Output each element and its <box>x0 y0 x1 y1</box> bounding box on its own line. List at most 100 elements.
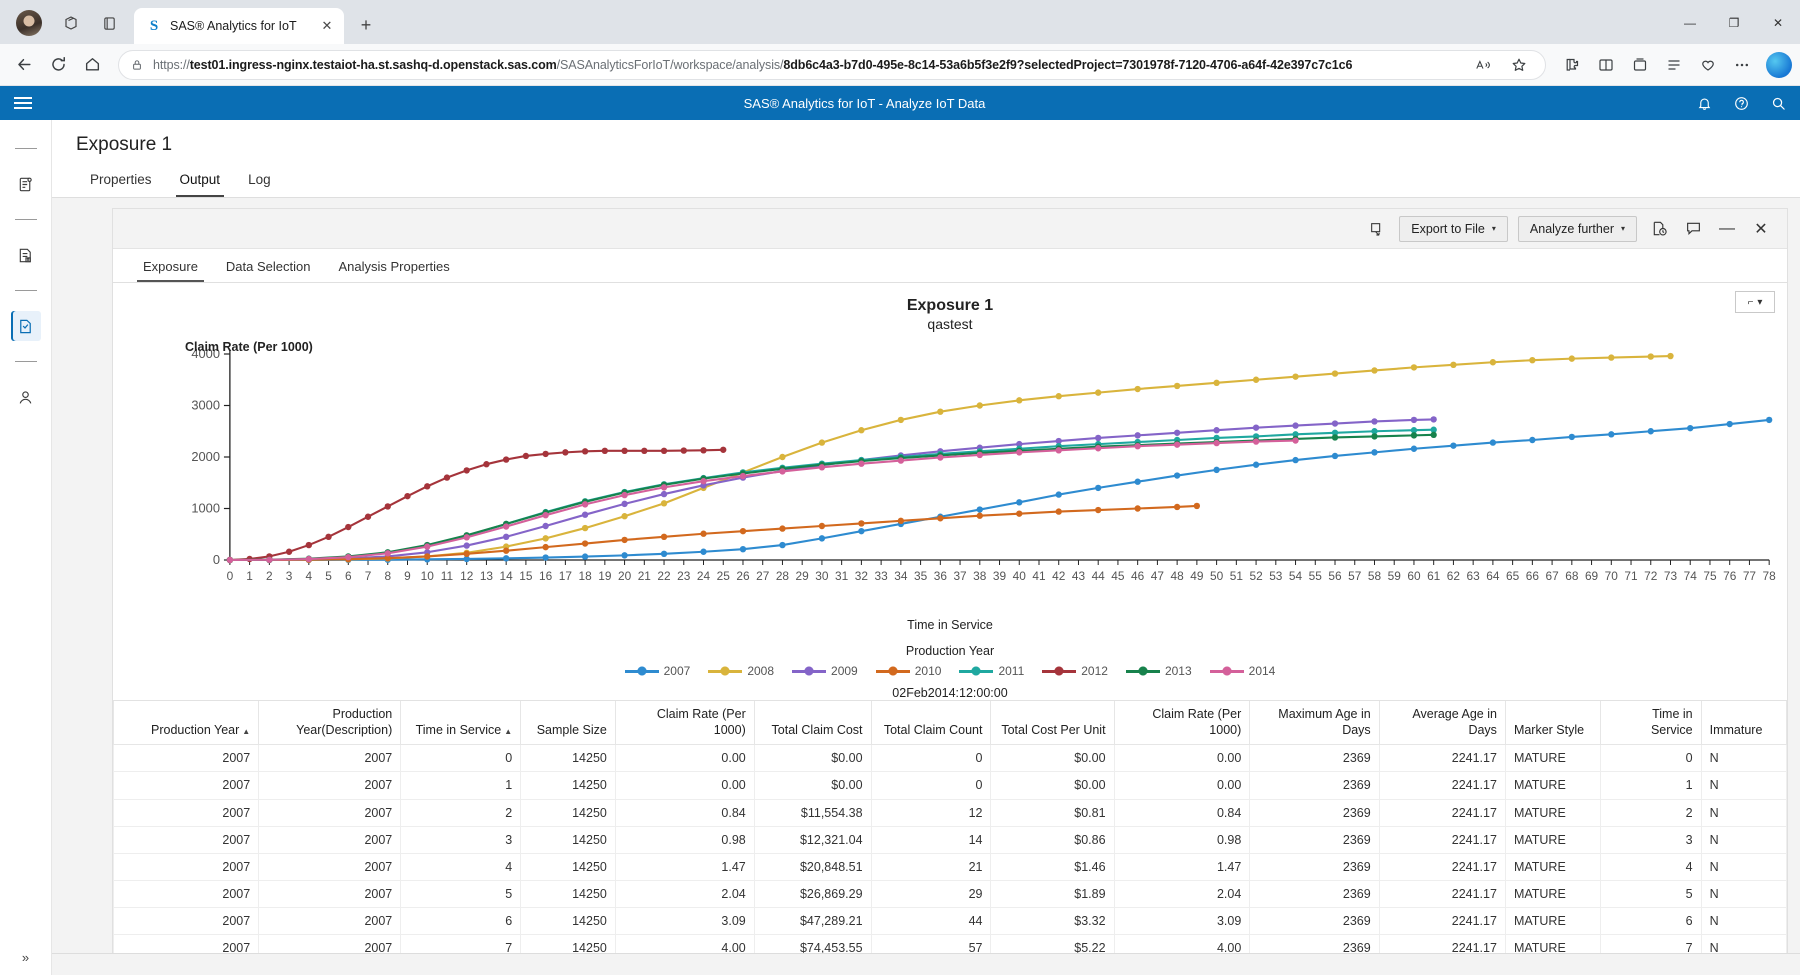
svg-text:42: 42 <box>1052 569 1066 583</box>
legend-item-2012[interactable]: 2012 <box>1042 664 1108 678</box>
table-row[interactable]: 2007 2007 0 14250 0.00 $0.00 0 $0.00 0.00 2369 224… <box>113 744 1787 773</box>
rail-expand-button[interactable]: » <box>22 950 29 965</box>
table-row[interactable]: 2007 2007 2 14250 0.84 $11,554.38 12 $0.81 0.84 2… <box>113 799 1787 827</box>
tab-actions-icon[interactable] <box>94 8 124 38</box>
search-icon[interactable] <box>1771 96 1786 111</box>
legend-item-2010[interactable]: 2010 <box>875 664 941 678</box>
table-cell: 1 <box>1599 771 1702 800</box>
column-header-5[interactable]: Total Claim Cost <box>753 701 872 746</box>
rail-item-data-source[interactable] <box>11 169 41 199</box>
column-header-3[interactable]: Sample Size <box>520 701 616 746</box>
column-header-label: Average Age in Days <box>1412 707 1497 737</box>
column-header-12[interactable]: Time in Service <box>1599 701 1702 746</box>
svg-text:7: 7 <box>365 569 372 583</box>
read-aloud-icon[interactable] <box>1467 49 1499 81</box>
table-cell: $47,289.21 <box>753 907 872 936</box>
column-header-2[interactable]: Time in Service ▲ <box>400 701 522 746</box>
table-cell: 6 <box>400 907 522 936</box>
table-cell: 2007 <box>113 880 260 909</box>
table-cell: MATURE <box>1504 744 1601 773</box>
table-row[interactable]: 2007 2007 3 14250 0.98 $12,321.04 14 $0.86 0.98 2… <box>113 826 1787 854</box>
table-cell: 0.00 <box>1113 771 1251 800</box>
legend-item-2009[interactable]: 2009 <box>792 664 858 678</box>
favorites-bar-icon[interactable] <box>1658 49 1690 81</box>
tab-properties[interactable]: Properties <box>76 166 166 197</box>
line-chart-svg[interactable]: 010002000300040000 1 2 3 4 5 6 7 8 9 10 11 12 13 14 15 1… <box>113 342 1787 612</box>
column-header-0[interactable]: Production Year ▲ <box>113 701 260 746</box>
address-bar[interactable]: https://test01.ingress-nginx.testaiot-ha… <box>118 49 1546 81</box>
result-tab-data-selection[interactable]: Data Selection <box>212 249 325 282</box>
new-tab-button[interactable]: + <box>352 11 380 39</box>
analyze-further-button[interactable]: Analyze further ▾ <box>1517 215 1637 242</box>
result-tab-analysis-properties[interactable]: Analysis Properties <box>324 249 463 282</box>
table-cell: 2007 <box>113 853 260 881</box>
table-row[interactable]: 2007 2007 4 14250 1.47 $20,848.51 21 $1.46 1.47 2… <box>113 853 1787 881</box>
home-button[interactable] <box>76 49 108 81</box>
table-cell: $3.32 <box>990 907 1115 936</box>
column-header-11[interactable]: Marker Style <box>1504 701 1601 746</box>
tab-log[interactable]: Log <box>234 166 285 197</box>
pin-window-icon[interactable] <box>1365 217 1389 241</box>
comment-icon[interactable] <box>1681 217 1705 241</box>
split-screen-icon[interactable] <box>1590 49 1622 81</box>
legend-item-2008[interactable]: 2008 <box>708 664 774 678</box>
back-button[interactable] <box>8 49 40 81</box>
browser-tab[interactable]: S SAS® Analytics for IoT ✕ <box>134 8 344 44</box>
chart-settings-button[interactable]: ⌐ ▾ <box>1735 291 1775 313</box>
table-cell: 2241.17 <box>1378 853 1506 881</box>
help-icon[interactable] <box>1734 96 1749 111</box>
favorite-star-icon[interactable] <box>1503 49 1535 81</box>
legend-item-2007[interactable]: 2007 <box>624 664 690 678</box>
column-header-9[interactable]: Maximum Age in Days <box>1249 701 1380 746</box>
table-cell: 14250 <box>520 853 616 881</box>
tab-output[interactable]: Output <box>166 166 235 197</box>
table-cell: 2241.17 <box>1378 771 1506 800</box>
history-icon[interactable] <box>1647 217 1671 241</box>
rail-item-user[interactable] <box>11 382 41 412</box>
app-body: » Exposure 1 Properties Output Log Expor… <box>0 120 1800 975</box>
column-header-10[interactable]: Average Age in Days <box>1378 701 1506 746</box>
column-header-6[interactable]: Total Claim Count <box>870 701 992 746</box>
notifications-icon[interactable] <box>1697 96 1712 111</box>
svg-text:2000: 2000 <box>191 449 220 464</box>
minimize-panel-button[interactable]: — <box>1715 217 1739 241</box>
hamburger-menu-icon[interactable] <box>14 97 32 109</box>
column-header-1[interactable]: Production Year(Description) <box>258 701 402 746</box>
window-minimize-button[interactable]: — <box>1668 8 1712 38</box>
table-row[interactable]: 2007 2007 7 14250 4.00 $74,453.55 57 $5.22 4.00 2… <box>113 934 1787 953</box>
window-maximize-button[interactable]: ❐ <box>1712 8 1756 38</box>
rail-item-report[interactable] <box>11 240 41 270</box>
svg-text:31: 31 <box>835 569 849 583</box>
table-cell: 0.98 <box>1113 826 1251 854</box>
table-row[interactable]: 2007 2007 5 14250 2.04 $26,869.29 29 $1.89 2.04 2… <box>113 880 1787 909</box>
collections-icon[interactable] <box>1624 49 1656 81</box>
legend-swatch <box>792 666 827 676</box>
result-tab-exposure[interactable]: Exposure <box>129 249 212 282</box>
column-header-7[interactable]: Total Cost Per Unit <box>990 701 1115 746</box>
export-to-file-button[interactable]: Export to File ▾ <box>1399 215 1508 242</box>
table-row[interactable]: 2007 2007 1 14250 0.00 $0.00 0 $0.00 0.00 2369 224… <box>113 771 1787 800</box>
table-body: 2007 2007 0 14250 0.00 $0.00 0 $0.00 0.00 2369 224… <box>113 744 1787 953</box>
legend-item-2013[interactable]: 2013 <box>1125 664 1192 678</box>
extensions-icon[interactable] <box>1556 49 1588 81</box>
column-header-8[interactable]: Claim Rate (Per 1000) <box>1113 701 1251 746</box>
table-cell: 2241.17 <box>1378 934 1506 953</box>
reload-button[interactable] <box>42 49 74 81</box>
browser-essentials-icon[interactable] <box>1692 49 1724 81</box>
column-header-13[interactable]: Immature <box>1700 701 1787 746</box>
legend-item-2011[interactable]: 2011 <box>959 664 1024 678</box>
output-panel: Export to File ▾ Analyze further ▾ — ✕ E… <box>112 208 1788 953</box>
workspaces-icon[interactable] <box>56 8 86 38</box>
legend-item-2014[interactable]: 2014 <box>1209 664 1275 678</box>
results-table-wrapper[interactable]: Production Year ▲ Production Year(Descript… <box>113 700 1787 953</box>
close-panel-button[interactable]: ✕ <box>1749 217 1773 241</box>
profile-avatar[interactable] <box>16 10 42 36</box>
window-close-button[interactable]: ✕ <box>1756 8 1800 38</box>
svg-text:13: 13 <box>480 569 494 583</box>
table-row[interactable]: 2007 2007 6 14250 3.09 $47,289.21 44 $3.32 3.09 2… <box>113 907 1787 936</box>
column-header-4[interactable]: Claim Rate (Per 1000) <box>614 701 755 746</box>
rail-item-analysis[interactable] <box>10 311 41 341</box>
copilot-icon[interactable] <box>1766 51 1792 78</box>
tab-close-icon[interactable]: ✕ <box>318 17 336 35</box>
more-settings-icon[interactable] <box>1726 49 1758 81</box>
